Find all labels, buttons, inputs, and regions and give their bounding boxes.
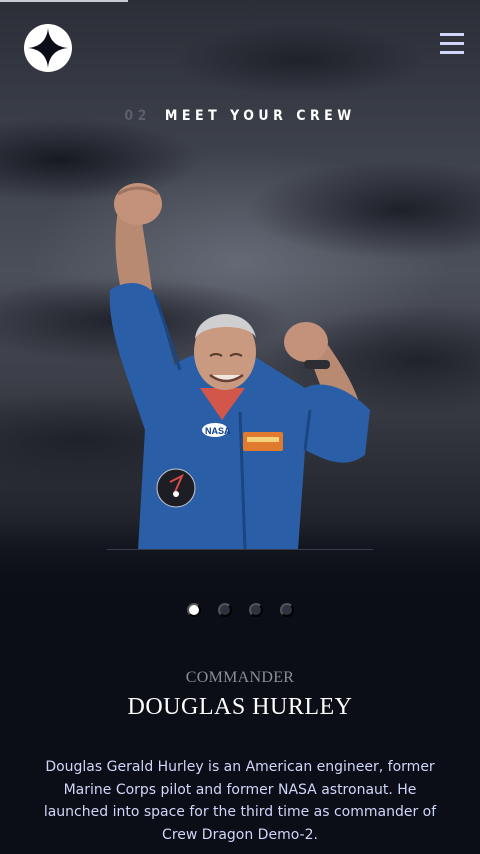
logo-home-link[interactable] xyxy=(24,24,72,72)
crew-role: COMMANDER xyxy=(185,669,295,686)
crew-pagination xyxy=(0,603,480,617)
four-point-star-icon xyxy=(28,28,68,68)
crew-bio: Douglas Gerald Hurley is an American eng… xyxy=(43,759,437,843)
crew-dot-1[interactable] xyxy=(186,603,201,617)
page-number: 02 xyxy=(124,108,151,124)
hamburger-bar xyxy=(440,33,464,36)
photo-divider xyxy=(107,549,373,550)
hamburger-bar xyxy=(440,42,464,45)
crew-dot-3[interactable] xyxy=(248,603,263,617)
crew-dot-4[interactable] xyxy=(279,603,294,617)
crew-screen: 02 MEET YOUR CREW NASA COMMANDER DOUGLAS… xyxy=(0,0,480,854)
crew-dot-2[interactable] xyxy=(217,603,232,617)
hamburger-bar xyxy=(440,51,464,54)
hamburger-icon[interactable] xyxy=(440,33,464,54)
page-title: MEET YOUR CREW xyxy=(164,108,356,124)
top-progress-line xyxy=(0,0,128,2)
page-heading: 02 MEET YOUR CREW xyxy=(0,108,480,124)
crew-name: DOUGLAS HURLEY xyxy=(127,694,353,720)
astronaut-photo: NASA xyxy=(109,183,370,550)
nasa-badge: NASA xyxy=(205,426,231,436)
